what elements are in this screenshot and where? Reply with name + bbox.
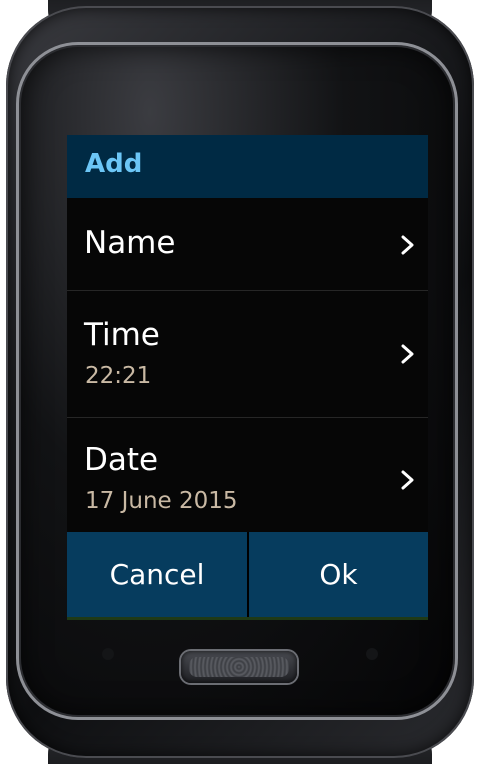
time-label: Time [84, 317, 160, 353]
bottom-edge [67, 617, 428, 620]
home-button-texture [189, 657, 289, 677]
chevron-right-icon [401, 344, 414, 364]
chevron-right-icon [401, 235, 414, 255]
sensor-left [102, 648, 114, 660]
date-label: Date [84, 442, 159, 478]
button-bar: Cancel Ok [67, 532, 428, 617]
list-item-date[interactable]: Date 17 June 2015 [67, 418, 428, 532]
screen: Add Name Time 22:21 Date 17 June 2015 Ca… [67, 135, 428, 620]
list-item-name[interactable]: Name [67, 198, 428, 291]
name-label: Name [84, 225, 176, 261]
sensor-right [366, 648, 378, 660]
ok-button[interactable]: Ok [249, 532, 428, 617]
dialog-header: Add [67, 135, 428, 198]
chevron-right-icon [401, 470, 414, 490]
home-button[interactable] [181, 651, 297, 683]
list-item-time[interactable]: Time 22:21 [67, 291, 428, 418]
date-value: 17 June 2015 [85, 488, 238, 514]
time-value: 22:21 [85, 363, 152, 389]
watch-frame: Add Name Time 22:21 Date 17 June 2015 Ca… [0, 0, 480, 764]
cancel-button[interactable]: Cancel [67, 532, 247, 617]
dialog-title: Add [85, 149, 143, 179]
